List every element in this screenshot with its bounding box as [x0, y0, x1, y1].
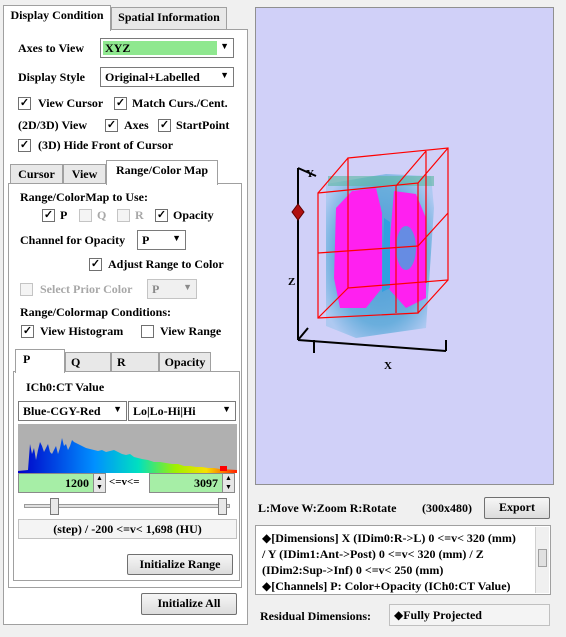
- hide-front-label: (3D) Hide Front of Cursor: [38, 138, 174, 152]
- range-high-input[interactable]: 3097: [149, 473, 223, 493]
- channel-opacity-label: Channel for Opacity: [20, 233, 126, 247]
- adjust-range-checkbox[interactable]: ✓: [89, 258, 102, 271]
- dimensions-line-2: / Y (IDim1:Ant->Post) 0 <=v< 320 (mm) / …: [262, 547, 484, 561]
- tab-channel-p[interactable]: P: [15, 349, 65, 373]
- range-conditions-label: Range/Colormap Conditions:: [20, 305, 172, 319]
- tab-channel-r[interactable]: R: [111, 352, 159, 372]
- chevron-down-icon: ▼: [222, 404, 231, 414]
- info-scrollbar[interactable]: [535, 527, 549, 593]
- spin-up-icon[interactable]: ▲: [223, 474, 234, 483]
- export-button[interactable]: Export: [484, 497, 550, 519]
- tab-cursor[interactable]: Cursor: [10, 164, 63, 184]
- r-checkbox: [117, 209, 130, 222]
- match-curs-checkbox[interactable]: ✓: [114, 97, 127, 110]
- display-style-select[interactable]: Original+Labelled ▼: [100, 67, 234, 87]
- range-high-spinner[interactable]: ▲ ▼: [222, 473, 235, 493]
- initialize-range-button[interactable]: Initialize Range: [127, 554, 233, 575]
- range-to-use-label: Range/ColorMap to Use:: [20, 190, 148, 204]
- histogram-chart: [18, 424, 237, 473]
- hide-front-checkbox[interactable]: ✓: [18, 139, 31, 152]
- range-low-input[interactable]: 1200: [18, 473, 94, 493]
- tab-spatial-information[interactable]: Spatial Information: [111, 7, 227, 29]
- view-histogram-label: View Histogram: [40, 324, 124, 338]
- volume-render: [291, 147, 449, 353]
- tab-display-condition[interactable]: Display Condition: [3, 5, 111, 31]
- adjust-range-label: Adjust Range to Color: [108, 257, 224, 271]
- match-curs-label: Match Curs./Cent.: [132, 96, 228, 110]
- spin-down-icon[interactable]: ▼: [223, 483, 234, 492]
- tab-view[interactable]: View: [63, 164, 106, 184]
- range-high-thumb[interactable]: [218, 498, 227, 515]
- axes-to-view-select[interactable]: XYZ ▼: [100, 38, 234, 58]
- range-low-thumb[interactable]: [50, 498, 59, 515]
- range-mode-select[interactable]: Lo|Lo-Hi|Hi ▼: [128, 401, 236, 421]
- select-prior-label: Select Prior Color: [40, 282, 133, 296]
- select-prior-value: P: [152, 282, 160, 296]
- view-cursor-checkbox[interactable]: ✓: [18, 97, 31, 110]
- axes-label: Axes: [124, 118, 149, 132]
- axis-x-label: X: [384, 360, 392, 372]
- range-low-spinner[interactable]: ▲ ▼: [93, 473, 106, 493]
- initialize-all-button[interactable]: Initialize All: [141, 593, 237, 615]
- viewer-3d[interactable]: Y Z X: [255, 7, 554, 485]
- chevron-down-icon: ▼: [113, 404, 122, 414]
- q-checkbox: [79, 209, 92, 222]
- display-style-value: Original+Labelled: [105, 70, 200, 84]
- step-text: (step) / -200 <=v< 1,698 (HU): [18, 519, 237, 539]
- start-point-marker[interactable]: [291, 203, 305, 221]
- q-label: Q: [97, 208, 107, 222]
- opacity-checkbox[interactable]: ✓: [155, 209, 168, 222]
- channel-title: ICh0:CT Value: [26, 380, 105, 394]
- dimensions-info: ◆[Dimensions] X (IDim0:R->L) 0 <=v< 320 …: [255, 525, 551, 595]
- r-label: R: [135, 208, 144, 222]
- residual-value: ◆Fully Projected: [389, 604, 550, 626]
- dimensions-line-4: ◆[Channels] P: Color+Opacity (ICh0:CT Va…: [262, 579, 511, 593]
- startpoint-label: StartPoint: [176, 118, 230, 132]
- viewer-hint: L:Move W:Zoom R:Rotate: [258, 501, 397, 515]
- tab-channel-q[interactable]: Q: [65, 352, 111, 372]
- colormap-select[interactable]: Blue-CGY-Red ▼: [18, 401, 127, 421]
- p-checkbox[interactable]: ✓: [42, 209, 55, 222]
- viewer-size: (300x480): [422, 501, 472, 515]
- axes-to-view-value: XYZ: [105, 41, 131, 55]
- tab-range-color-map[interactable]: Range/Color Map: [106, 160, 218, 185]
- view-range-checkbox[interactable]: [141, 325, 154, 338]
- axes-checkbox[interactable]: ✓: [105, 119, 118, 132]
- range-mode-value: Lo|Lo-Hi|Hi: [133, 404, 196, 418]
- display-style-label: Display Style: [18, 70, 86, 84]
- axes-to-view-label: Axes to View: [18, 41, 84, 55]
- spin-down-icon[interactable]: ▼: [94, 483, 105, 492]
- chevron-down-icon: ▼: [183, 282, 192, 292]
- chevron-down-icon: ▼: [220, 70, 229, 80]
- dimensions-line-1: ◆[Dimensions] X (IDim0:R->L) 0 <=v< 320 …: [262, 531, 516, 545]
- residual-label: Residual Dimensions:: [260, 609, 372, 623]
- axis-z-label: Z: [288, 276, 296, 288]
- view-range-label: View Range: [160, 324, 222, 338]
- dimensions-line-3: (IDim2:Sup->Inf) 0 <=v< 250 (mm): [262, 563, 444, 577]
- view-2d3d-label: (2D/3D) View: [18, 118, 87, 132]
- spin-up-icon[interactable]: ▲: [94, 474, 105, 483]
- p-label: P: [60, 208, 68, 222]
- view-histogram-checkbox[interactable]: ✓: [21, 325, 34, 338]
- axis-y-label: Y: [306, 168, 314, 180]
- tab-channel-opacity[interactable]: Opacity: [159, 352, 211, 372]
- colormap-value: Blue-CGY-Red: [23, 404, 101, 418]
- opacity-label: Opacity: [173, 208, 214, 222]
- channel-opacity-value: P: [142, 233, 150, 247]
- select-prior-select: P ▼: [147, 279, 197, 299]
- range-separator: <=v<=: [109, 476, 140, 488]
- select-prior-checkbox: [20, 283, 33, 296]
- channel-opacity-select[interactable]: P ▼: [137, 230, 186, 250]
- chevron-down-icon: ▼: [220, 41, 229, 51]
- view-cursor-label: View Cursor: [38, 96, 104, 110]
- startpoint-checkbox[interactable]: ✓: [158, 119, 171, 132]
- chevron-down-icon: ▼: [172, 233, 181, 243]
